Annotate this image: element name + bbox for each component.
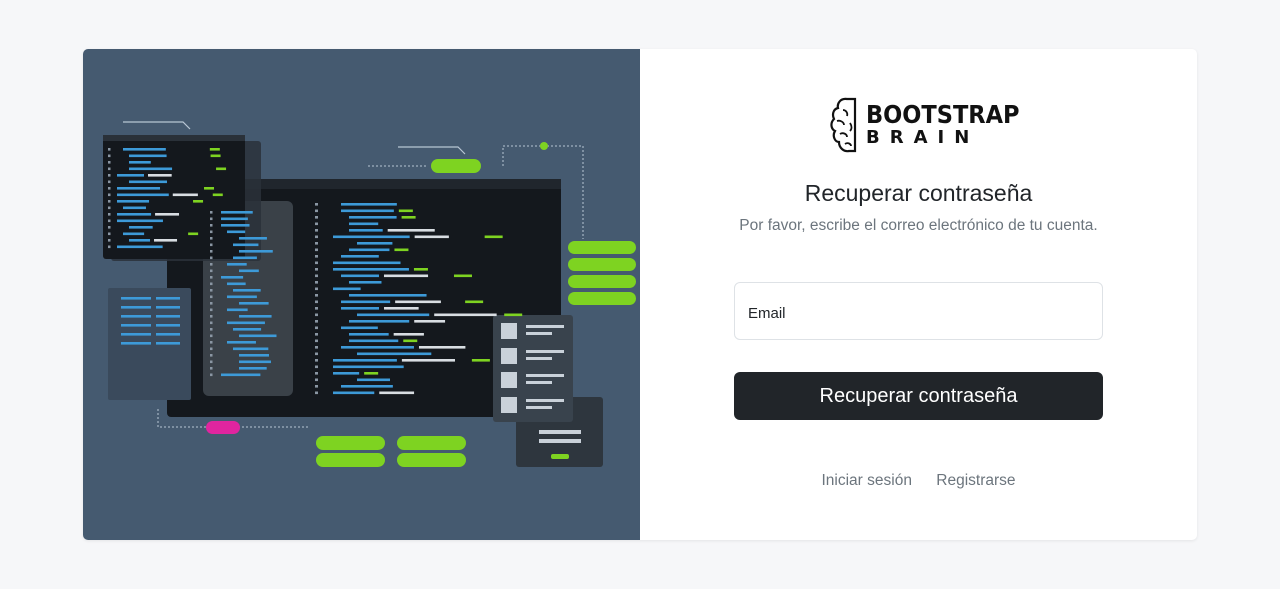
logo-text-brain: BRAIN — [866, 127, 980, 148]
login-card: BOOTSTRAP BRAIN Recuperar contraseña Por… — [83, 49, 1197, 540]
recover-password-form: BOOTSTRAP BRAIN Recuperar contraseña Por… — [640, 49, 1197, 540]
code-illustration — [83, 49, 640, 540]
page-subtitle: Por favor, escribe el correo electrónico… — [739, 217, 1098, 234]
auth-links: Iniciar sesión Registrarse — [640, 472, 1197, 490]
email-input[interactable] — [735, 283, 1102, 339]
page-title: Recuperar contraseña — [804, 180, 1033, 206]
code-editor-illustration — [103, 121, 636, 467]
logo-text-bootstrap: BOOTSTRAP — [866, 100, 1020, 129]
recover-password-button[interactable]: Recuperar contraseña — [734, 372, 1103, 420]
register-link[interactable]: Registrarse — [936, 472, 1015, 489]
brain-icon — [830, 97, 857, 153]
bootstrap-brain-logo: BOOTSTRAP BRAIN — [830, 96, 1020, 156]
email-field[interactable]: Email — [734, 282, 1103, 340]
login-link[interactable]: Iniciar sesión — [821, 472, 911, 489]
